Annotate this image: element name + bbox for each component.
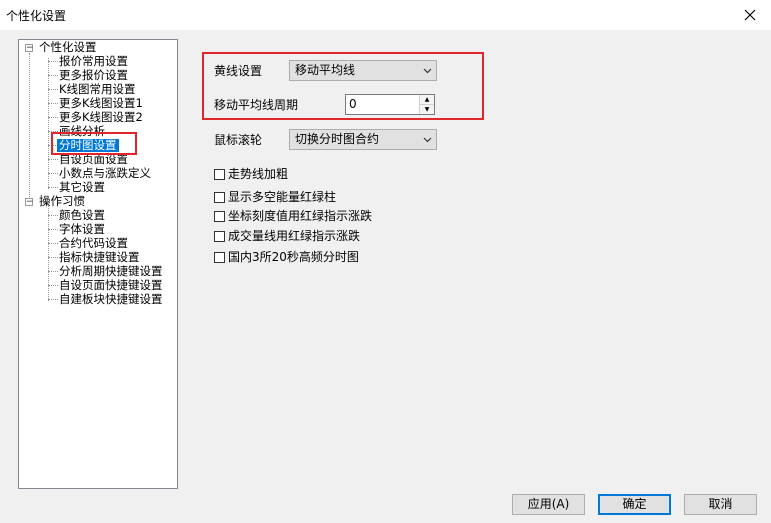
tree-item-more-quote[interactable]: 更多报价设置	[59, 69, 128, 82]
spin-down-icon[interactable]: ▼	[420, 105, 434, 114]
tree-connector	[48, 243, 58, 244]
tree-connector	[48, 75, 58, 76]
tree-item-decimal-change[interactable]: 小数点与涨跌定义	[59, 167, 151, 180]
checkbox-box[interactable]	[214, 251, 225, 263]
tree-item-other[interactable]: 其它设置	[59, 181, 105, 194]
collapse-icon[interactable]: −	[25, 44, 34, 53]
highlight-box-tree	[51, 132, 137, 155]
tree-connector	[48, 257, 58, 258]
collapse-icon[interactable]: −	[25, 198, 34, 207]
tree-item-contract-code[interactable]: 合约代码设置	[59, 237, 128, 250]
tree-connector	[48, 58, 49, 189]
checkbox-energy-bars[interactable]: 显示多空能量红绿柱	[214, 190, 336, 204]
yellow-line-label: 黄线设置	[214, 64, 263, 78]
checkbox-volume-color[interactable]: 成交量线用红绿指示涨跌	[214, 229, 360, 243]
checkbox-hf-intraday[interactable]: 国内3所20秒高频分时图	[214, 250, 359, 264]
yellow-line-select[interactable]: 移动平均线	[289, 60, 437, 81]
yellow-line-value: 移动平均线	[295, 63, 356, 77]
tree-item-quote-common[interactable]: 报价常用设置	[59, 55, 128, 68]
tree-connector	[48, 204, 49, 301]
tree-connector	[48, 285, 58, 286]
tree-connector	[48, 229, 58, 230]
cancel-button[interactable]: 取消	[684, 494, 757, 515]
stepper-buttons: ▲ ▼	[419, 95, 434, 114]
checkbox-bold-trend-line[interactable]: 走势线加粗	[214, 167, 288, 181]
mouse-wheel-label: 鼠标滚轮	[214, 133, 263, 147]
mouse-wheel-select[interactable]: 切换分时图合约	[289, 129, 437, 150]
tree-connector	[48, 187, 58, 188]
tree-connector	[48, 103, 58, 104]
ma-period-label: 移动平均线周期	[214, 98, 299, 112]
ma-period-value: 0	[349, 97, 357, 111]
checkbox-label: 国内3所20秒高频分时图	[228, 250, 359, 264]
checkbox-label: 坐标刻度值用红绿指示涨跌	[228, 209, 373, 223]
checkbox-label: 成交量线用红绿指示涨跌	[228, 229, 361, 243]
tree-item-custom-page-hotkey[interactable]: 自设页面快捷键设置	[59, 279, 163, 292]
ma-period-stepper[interactable]: 0 ▲ ▼	[345, 94, 435, 115]
tree-item-period-hotkey[interactable]: 分析周期快捷键设置	[59, 265, 163, 278]
tree-item-color[interactable]: 颜色设置	[59, 209, 105, 222]
ok-button[interactable]: 确定	[598, 494, 671, 515]
chevron-down-icon	[421, 130, 433, 149]
tree-connector	[48, 173, 58, 174]
tree-connector	[48, 299, 58, 300]
tree-connector	[48, 215, 58, 216]
tree-connector	[48, 117, 58, 118]
checkbox-box[interactable]	[214, 210, 225, 222]
tree-item-font[interactable]: 字体设置	[59, 223, 105, 236]
tree-item-more-kline-1[interactable]: 更多K线图设置1	[59, 97, 143, 110]
checkbox-label: 走势线加粗	[228, 167, 289, 181]
checkbox-box[interactable]	[214, 230, 225, 242]
tree-connector	[48, 271, 58, 272]
personalization-dialog: 个性化设置 − 个性化设置 报价常用设置 更多报价设置 K线图常用设置 更多K线…	[0, 0, 771, 523]
apply-button[interactable]: 应用(A)	[512, 494, 585, 515]
tree-item-indicator-hotkey[interactable]: 指标快捷键设置	[59, 251, 140, 264]
tree-connector	[48, 159, 58, 160]
tree-item-custom-block-hotkey[interactable]: 自建板块快捷键设置	[59, 293, 163, 306]
checkbox-box[interactable]	[214, 191, 225, 203]
tree-connector	[29, 53, 30, 203]
tree-item-kline-common[interactable]: K线图常用设置	[59, 83, 136, 96]
checkbox-box[interactable]	[214, 168, 225, 180]
window-title: 个性化设置	[6, 9, 67, 23]
mouse-wheel-value: 切换分时图合约	[295, 132, 380, 146]
chevron-down-icon	[421, 61, 433, 80]
title-bar: 个性化设置	[0, 0, 771, 30]
tree-connector	[48, 61, 58, 62]
tree-item-more-kline-2[interactable]: 更多K线图设置2	[59, 111, 143, 124]
tree-connector	[48, 89, 58, 90]
close-button[interactable]	[737, 3, 763, 27]
tree-group-operation-habits[interactable]: 操作习惯	[39, 195, 85, 208]
checkbox-label: 显示多空能量红绿柱	[228, 190, 337, 204]
checkbox-axis-color[interactable]: 坐标刻度值用红绿指示涨跌	[214, 209, 372, 223]
close-icon	[744, 9, 756, 21]
settings-tree[interactable]: − 个性化设置 报价常用设置 更多报价设置 K线图常用设置 更多K线图设置1 更…	[18, 39, 178, 489]
tree-group-personalization[interactable]: 个性化设置	[39, 41, 97, 54]
